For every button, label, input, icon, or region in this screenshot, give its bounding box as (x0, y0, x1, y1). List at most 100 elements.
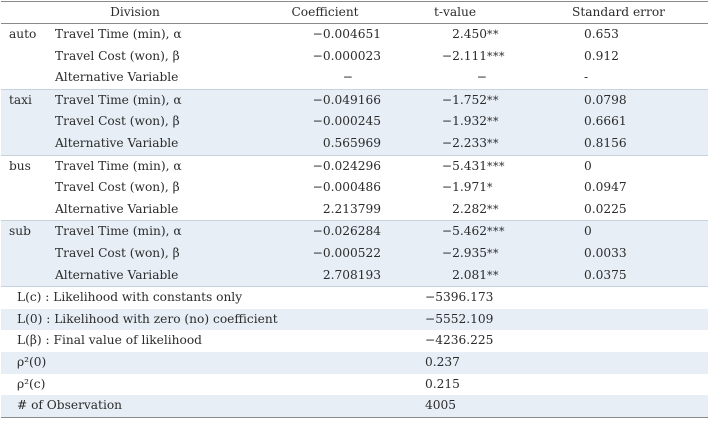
table-row: Travel Cost (won), β −0.000522 −2.935** 0.0… (1, 242, 709, 265)
tvalue-cell: −1.752** (381, 88, 530, 112)
significance-stars: *** (487, 49, 506, 63)
significance-stars: ** (487, 202, 500, 216)
table-row: bus Travel Time (min), α −0.024296 −5.431**… (1, 154, 709, 178)
variable-name: Travel Cost (won), β (53, 111, 270, 133)
significance-stars: ** (487, 246, 500, 260)
table-row: auto Travel Time (min), α −0.004651 2.450**… (1, 24, 708, 46)
summary-value: 0.215 (425, 376, 460, 391)
coefficient-cell: 0.565969 (269, 132, 382, 156)
header-coefficient: Coefficient (269, 1, 382, 24)
tvalue-cell: −1.932** (381, 111, 530, 133)
tvalue-cell: 2.282** (381, 199, 529, 221)
summary-label: ρ²(c) (17, 376, 46, 391)
tvalue-wrap: −1.971* (381, 177, 529, 199)
tvalue-number: 2.081 (452, 267, 488, 282)
table-row: Travel Cost (won), β −0.000023 −2.111*** 0.… (1, 46, 708, 68)
summary-row: # of Observation 4005 (1, 395, 709, 418)
coefficient-cell: −0.000522 (269, 242, 382, 265)
significance-stars: ** (487, 93, 500, 107)
variable-name: Alternative Variable (55, 70, 179, 85)
coefficient-cell: −0.000245 (269, 111, 382, 133)
coefficient-cell: −0.026284 (269, 220, 382, 243)
significance-stars: *** (487, 159, 506, 173)
tvalue-cell: −5.431*** (381, 154, 530, 178)
tvalue-number: − (476, 70, 488, 85)
tvalue-number: −5.431 (441, 158, 488, 173)
table-row: Alternative Variable 0.565969 −2.233** 0.81… (1, 132, 709, 156)
coefficient-cell: − (342, 70, 354, 85)
tvalue-cell: − (381, 67, 529, 89)
standard-error-cell: - (584, 70, 589, 85)
summary-value: −5552.109 (381, 308, 709, 331)
variable-name: Alternative Variable (53, 132, 270, 156)
tvalue-wrap: − (381, 67, 529, 89)
summary-label: # of Observation (1, 395, 382, 418)
tvalue-wrap: 2.081** (381, 265, 529, 287)
tvalue-number: −2.111 (441, 48, 488, 63)
summary-row: ρ²(0) 0.237 (1, 351, 709, 374)
tvalue-number: −1.971 (441, 180, 488, 195)
tvalue-wrap: 2.450** (381, 24, 529, 46)
significance-stars: ** (487, 28, 500, 41)
standard-error-cell: 0.0947 (584, 180, 627, 195)
coefficient-cell: 2.708193 (269, 264, 382, 287)
standard-error-cell: 0.0033 (529, 242, 709, 265)
summary-row: L(c) : Likelihood with constants only −53… (1, 286, 709, 309)
tvalue-number: −2.935 (441, 245, 488, 260)
standard-error-cell: 0 (529, 154, 709, 178)
table-body: auto Travel Time (min), α −0.004651 2.450**… (1, 24, 709, 418)
tvalue-wrap: −5.431*** (381, 156, 529, 177)
standard-error-cell: 0.0375 (529, 264, 709, 287)
standard-error-cell: 0.912 (584, 48, 619, 63)
summary-value: 4005 (381, 395, 709, 418)
tvalue-cell: −2.111*** (381, 46, 529, 68)
header-tvalue: t-value (381, 1, 530, 24)
tvalue-number: 2.282 (452, 201, 488, 216)
tvalue-cell: 2.450** (381, 24, 529, 46)
header-standard-error: Standard error (529, 1, 709, 24)
group-label (1, 264, 53, 287)
significance-stars: * (487, 181, 494, 195)
summary-label: ρ²(0) (1, 351, 382, 374)
group-label (1, 242, 53, 265)
variable-name: Alternative Variable (53, 264, 270, 287)
coefficient-cell: 2.213799 (322, 201, 382, 216)
tvalue-wrap: 2.282** (381, 199, 529, 221)
group-label: sub (1, 220, 53, 243)
variable-name: Alternative Variable (55, 201, 179, 216)
standard-error-cell: 0.653 (584, 27, 619, 41)
tvalue-cell: −5.462*** (381, 220, 530, 243)
group-label (1, 111, 53, 133)
table-row: taxi Travel Time (min), α −0.049166 −1.752*… (1, 88, 709, 112)
variable-name: Travel Time (min), α (53, 88, 270, 112)
table-row: Alternative Variable 2.213799 2.282** 0.022… (1, 199, 708, 221)
table-row: sub Travel Time (min), α −0.026284 −5.462**… (1, 220, 709, 243)
tvalue-number: −1.932 (441, 114, 488, 129)
variable-name: Travel Cost (won), β (55, 48, 180, 63)
header-division: Division (1, 1, 270, 24)
logit-results-table: Division Coefficient t-value Standard er… (1, 1, 709, 418)
tvalue-number: −5.462 (441, 224, 488, 239)
table-row: Travel Cost (won), β −0.000245 −1.932** 0.6… (1, 111, 709, 133)
summary-value: −5396.173 (381, 286, 709, 309)
group-label: auto (9, 27, 37, 41)
tvalue-number: 2.450 (452, 27, 488, 41)
tvalue-number: −1.752 (441, 92, 488, 107)
tvalue-wrap: −5.462*** (381, 222, 529, 243)
tvalue-wrap: −1.752** (381, 90, 529, 111)
variable-name: Travel Time (min), α (55, 27, 182, 41)
results-table-container: Division Coefficient t-value Standard er… (1, 1, 709, 424)
standard-error-cell: 0.8156 (529, 132, 709, 156)
coefficient-cell: −0.004651 (312, 27, 382, 41)
summary-row: ρ²(c) 0.215 (1, 374, 708, 396)
variable-name: Travel Cost (won), β (53, 242, 270, 265)
group-label (1, 46, 53, 68)
table-row: Alternative Variable − − - (1, 67, 708, 89)
tvalue-number: −2.233 (441, 135, 488, 150)
variable-name: Travel Time (min), α (53, 220, 270, 243)
tvalue-cell: −1.971* (381, 177, 529, 199)
significance-stars: ** (487, 115, 500, 129)
tvalue-wrap: −1.932** (381, 111, 529, 133)
tvalue-wrap: −2.935** (381, 243, 529, 265)
coefficient-cell: −0.000486 (312, 180, 382, 195)
